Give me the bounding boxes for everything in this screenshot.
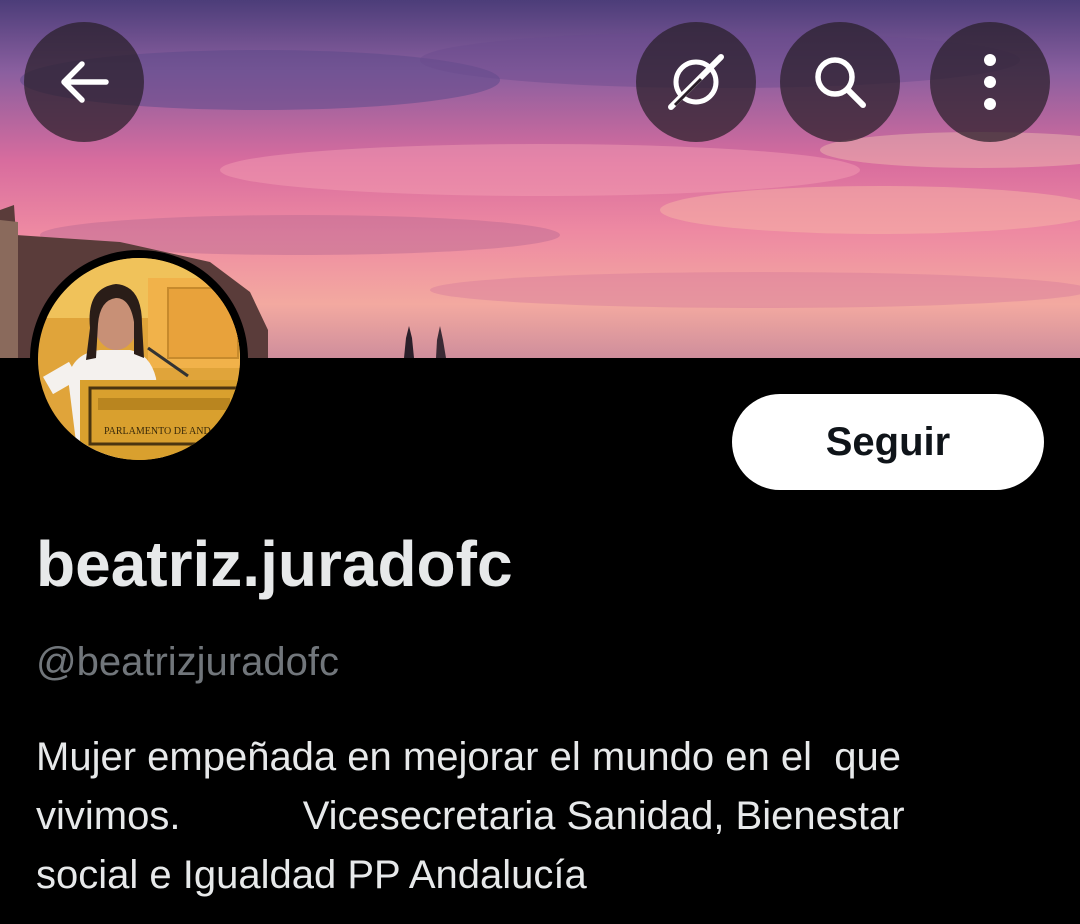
grok-icon bbox=[668, 54, 724, 110]
avatar-photo: PARLAMENTO DE ANDALUCÍA bbox=[38, 258, 240, 460]
follow-button[interactable]: Seguir bbox=[732, 394, 1044, 490]
profile-avatar[interactable]: PARLAMENTO DE ANDALUCÍA bbox=[30, 250, 248, 468]
more-vertical-icon bbox=[984, 54, 996, 110]
podium-text: PARLAMENTO DE ANDALUCÍA bbox=[104, 425, 240, 437]
search-button[interactable] bbox=[780, 22, 900, 142]
display-name: beatriz.juradofc bbox=[36, 528, 513, 600]
bio-line: social e Igualdad PP Andalucía bbox=[36, 853, 587, 897]
more-options-button[interactable] bbox=[930, 22, 1050, 142]
arrow-left-icon bbox=[61, 61, 109, 103]
search-icon bbox=[815, 57, 866, 108]
bio-line: vivimos. Vicesecretaria Sanidad, Bienest… bbox=[36, 794, 905, 838]
profile-bio: Mujer empeñada en mejorar el mundo en el… bbox=[36, 728, 1046, 905]
user-handle: @beatrizjuradofc bbox=[36, 640, 339, 684]
grok-button[interactable] bbox=[636, 22, 756, 142]
bio-line: Mujer empeñada en mejorar el mundo en el… bbox=[36, 735, 901, 779]
back-button[interactable] bbox=[24, 22, 144, 142]
